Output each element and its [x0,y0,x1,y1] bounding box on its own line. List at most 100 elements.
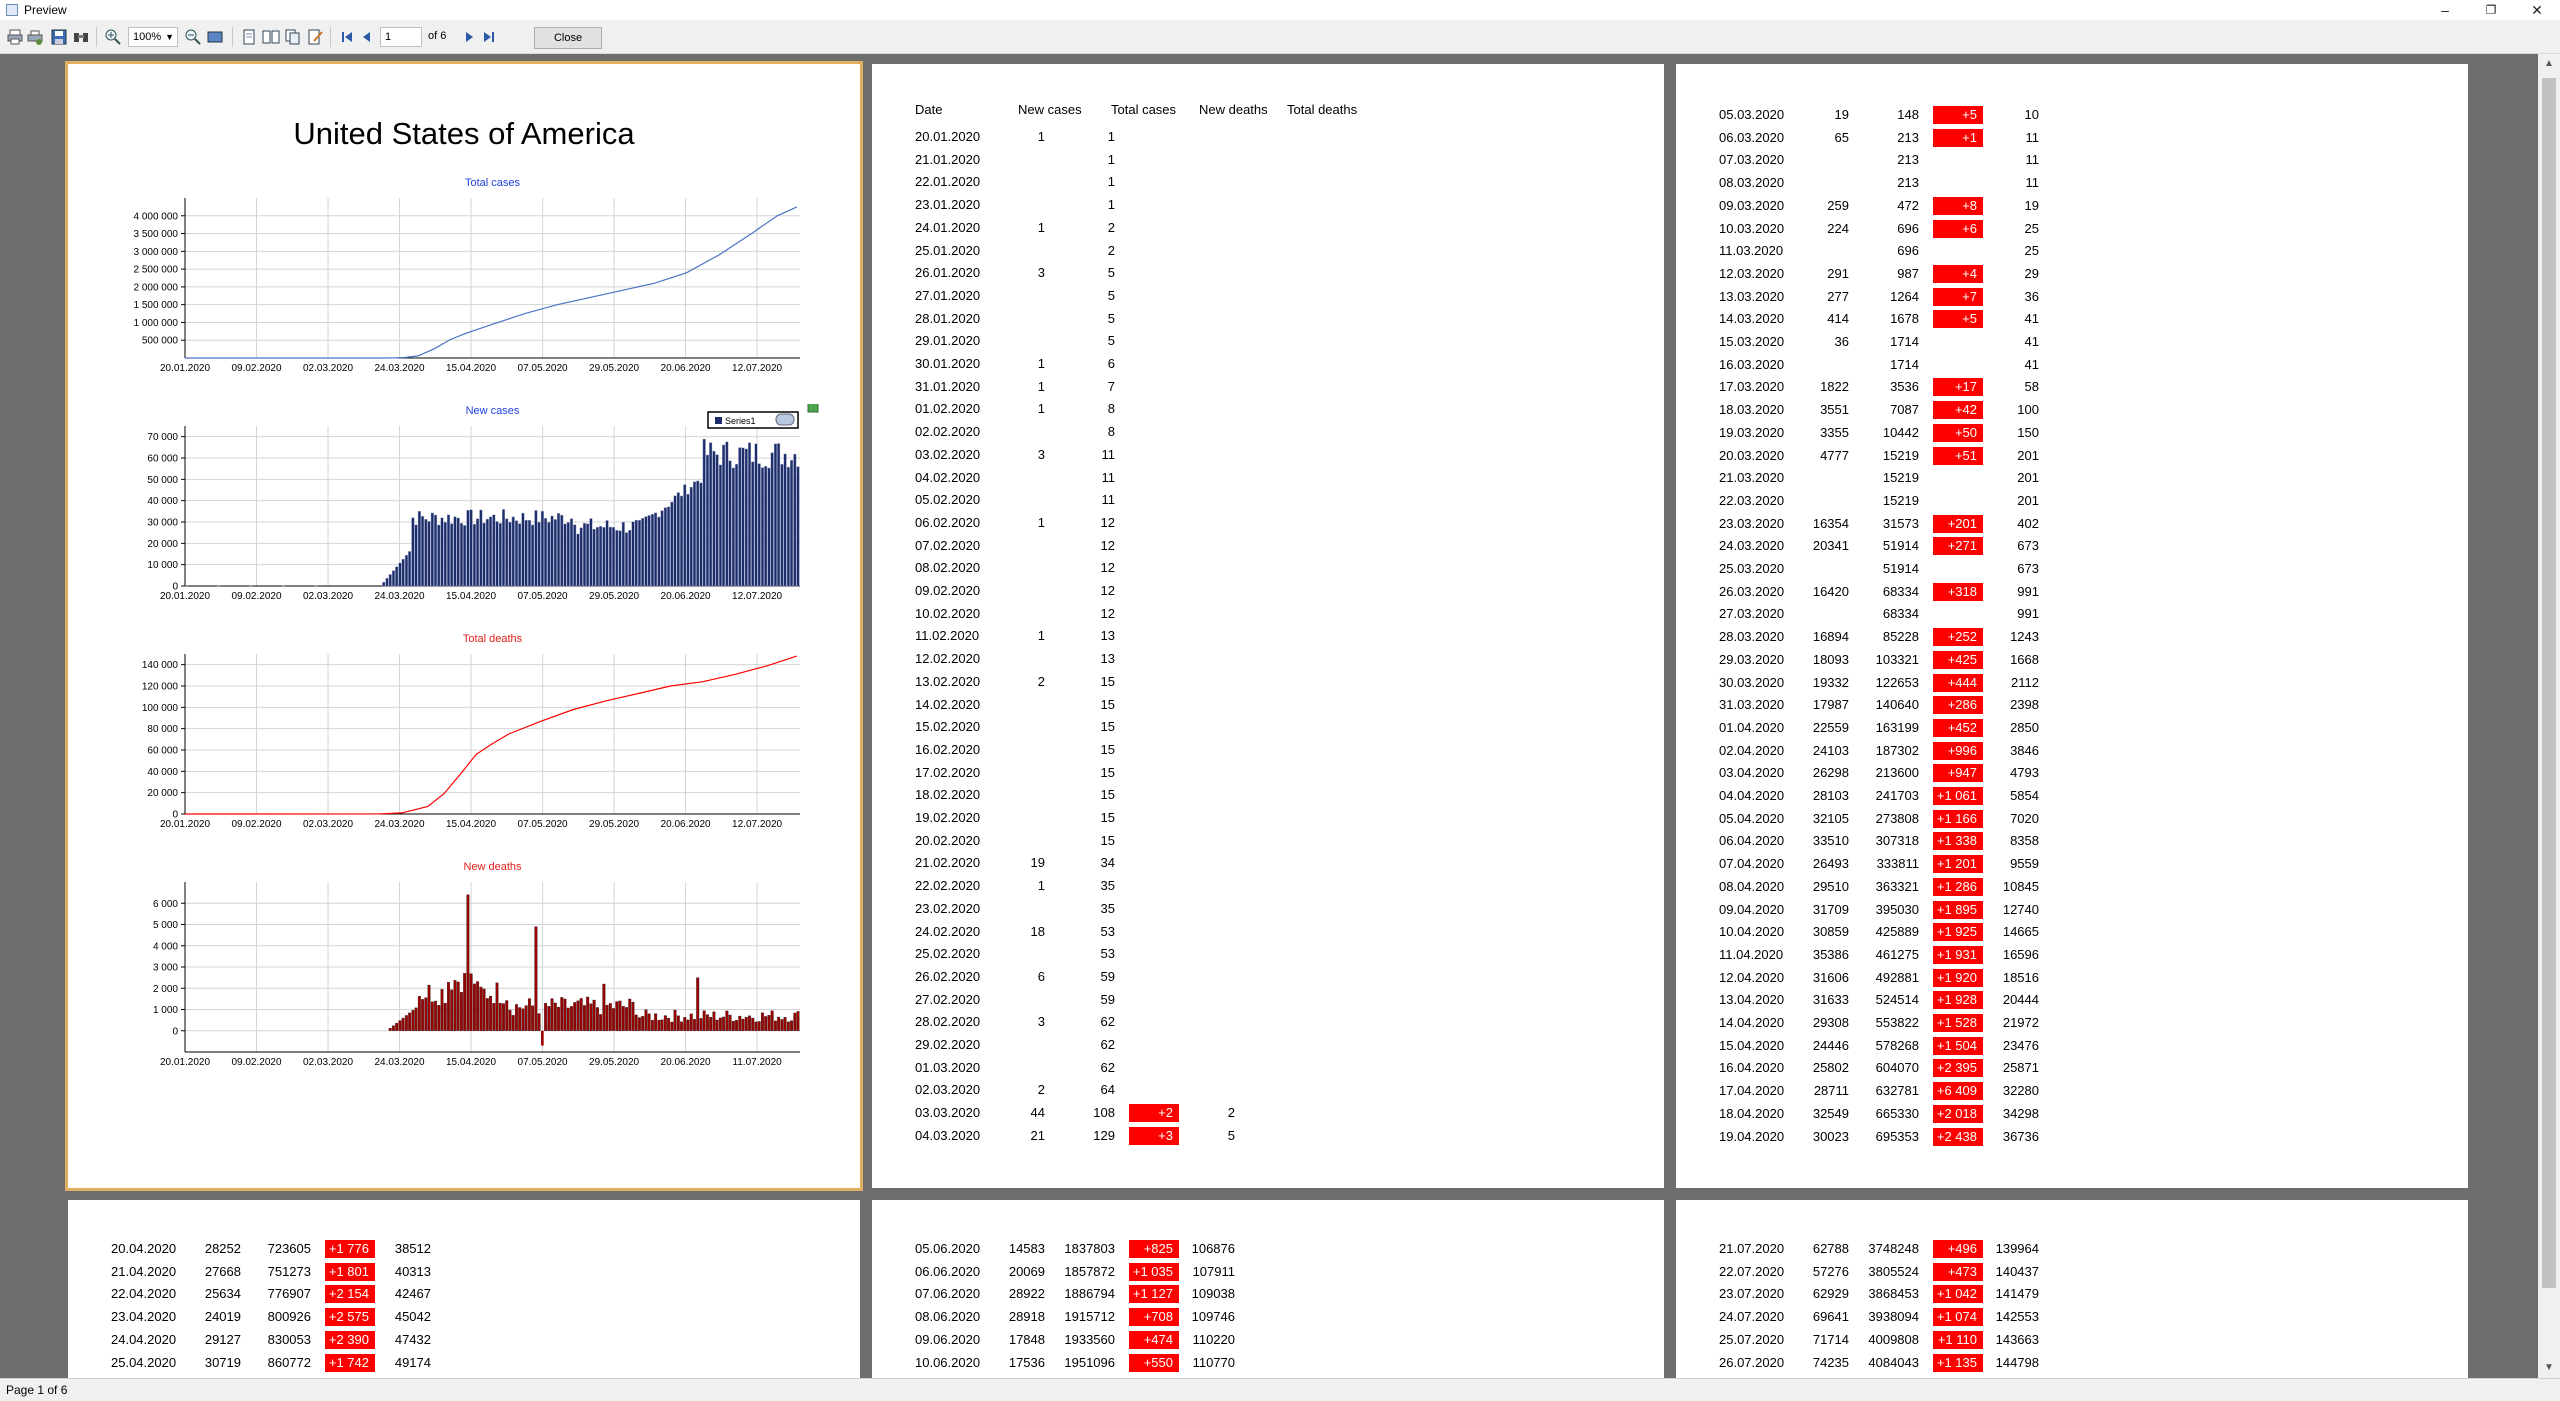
new-cases-cell: 1 [985,356,1045,371]
next-page-icon[interactable] [460,28,478,46]
total-deaths-cell: 18516 [1979,970,2039,985]
bar [680,496,683,586]
date-cell: 22.01.2020 [915,174,980,189]
new-cases-cell: 3355 [1789,425,1849,440]
previous-page-icon[interactable] [358,28,376,46]
new-cases-cell: 2 [985,1082,1045,1097]
minimize-button[interactable]: – [2422,0,2468,20]
zoom-value: 100% [133,31,161,43]
close-button[interactable]: Close [534,27,602,49]
bar [700,1018,703,1030]
new-cases-cell: 32549 [1789,1106,1849,1121]
date-cell: 23.07.2020 [1719,1286,1784,1301]
one-page-icon[interactable] [240,28,258,46]
new-deaths-badge: +2 154 [325,1285,375,1303]
find-icon[interactable] [72,28,90,46]
scrollbar-thumb[interactable] [2542,78,2556,1288]
first-page-icon[interactable] [338,28,356,46]
new-cases-cell: 26298 [1789,765,1849,780]
zoom-in-icon[interactable] [104,28,122,46]
multiple-pages-icon[interactable] [284,28,302,46]
page-width-icon[interactable] [206,28,224,46]
bar [603,984,606,1031]
last-page-icon[interactable] [480,28,498,46]
page-number-input[interactable]: 1 [380,27,422,47]
two-pages-icon[interactable] [262,28,280,46]
total-deaths-cell: 107911 [1175,1264,1235,1279]
new-deaths-badge: +708 [1129,1308,1179,1326]
new-deaths-badge: +1 061 [1933,787,1983,805]
zoom-select[interactable]: 100%▼ [128,27,178,47]
page-1[interactable]: United States of America Total cases20.0… [68,64,860,1188]
date-cell: 28.01.2020 [915,311,980,326]
new-deaths-badge: +1 042 [1933,1285,1983,1303]
bar [742,1019,745,1031]
preview-area[interactable]: United States of America Total cases20.0… [0,54,2538,1378]
y-tick-label: 100 000 [142,703,179,714]
bar [729,1015,732,1031]
x-tick-label: 29.05.2020 [589,819,639,830]
vertical-scrollbar[interactable]: ▲ ▼ [2538,54,2560,1378]
bar [483,523,486,586]
print-icon[interactable] [6,28,24,46]
page-count: of 6 [428,30,446,42]
total-cases-cell: 1951096 [1055,1355,1115,1370]
new-deaths-badge: +1 [1933,129,1983,147]
total-cases-cell: 241703 [1859,788,1919,803]
total-deaths-cell: 5854 [1979,788,2039,803]
bar [415,525,418,586]
toolbar: 100%▼ 1 of 6 Close [0,20,2560,54]
total-deaths-cell: 36736 [1979,1129,2039,1144]
edit-page-icon[interactable] [306,28,324,46]
bar [476,519,479,586]
x-tick-label: 09.02.2020 [231,819,281,830]
total-deaths-cell: 41 [1979,357,2039,372]
page-2[interactable]: Date New cases Total cases New deaths To… [872,64,1664,1188]
close-window-button[interactable]: ✕ [2514,0,2560,20]
x-tick-label: 24.03.2020 [375,1057,425,1068]
new-cases-cell: 3 [985,1014,1045,1029]
bar [625,1007,628,1030]
page-6[interactable]: 21.07.2020627883748248+49613996422.07.20… [1676,1200,2468,1378]
page-4[interactable]: 20.04.202028252723605+1 7763851221.04.20… [68,1200,860,1378]
x-tick-label: 24.03.2020 [375,363,425,374]
total-cases-cell: 213 [1859,175,1919,190]
maximize-button[interactable]: ❐ [2468,0,2514,20]
header-new-cases: New cases [1018,102,1082,117]
scroll-down-icon[interactable]: ▼ [2544,1362,2554,1373]
y-tick-label: 4 000 000 [134,211,179,222]
page-number-value: 1 [385,31,391,43]
date-cell: 14.02.2020 [915,697,980,712]
y-tick-label: 0 [172,1026,178,1037]
date-cell: 01.02.2020 [915,401,980,416]
total-cases-cell: 1678 [1859,311,1919,326]
new-deaths-badge: +947 [1933,764,1983,782]
bar [405,1015,408,1030]
total-cases-cell: 62 [1055,1060,1115,1075]
page-5[interactable]: 05.06.2020145831837803+82510687606.06.20… [872,1200,1664,1378]
bar [551,516,554,586]
y-tick-label: 20 000 [147,788,178,799]
total-deaths-cell: 58 [1979,379,2039,394]
bar [764,1016,767,1030]
total-deaths-cell: 201 [1979,470,2039,485]
bar [463,525,466,586]
save-icon[interactable] [50,28,68,46]
print-setup-icon[interactable] [26,28,44,46]
bar [567,1008,570,1031]
scroll-up-icon[interactable]: ▲ [2544,58,2554,69]
bar [794,454,797,586]
bar [716,1020,719,1031]
zoom-out-icon[interactable] [184,28,202,46]
date-cell: 12.02.2020 [915,651,980,666]
new-cases-cell: 414 [1789,311,1849,326]
total-cases-cell: 12 [1055,583,1115,598]
total-deaths-cell: 402 [1979,516,2039,531]
total-cases-cell: 53 [1055,946,1115,961]
page-3[interactable]: 05.03.202019148+51006.03.202065213+11107… [1676,64,2468,1188]
new-deaths-badge: +1 127 [1129,1285,1179,1303]
chart-total-cases: Total cases20.01.202009.02.202002.03.202… [68,176,860,398]
total-cases-cell: 15 [1055,719,1115,734]
date-cell: 12.04.2020 [1719,970,1784,985]
total-cases-cell: 3868453 [1859,1286,1919,1301]
